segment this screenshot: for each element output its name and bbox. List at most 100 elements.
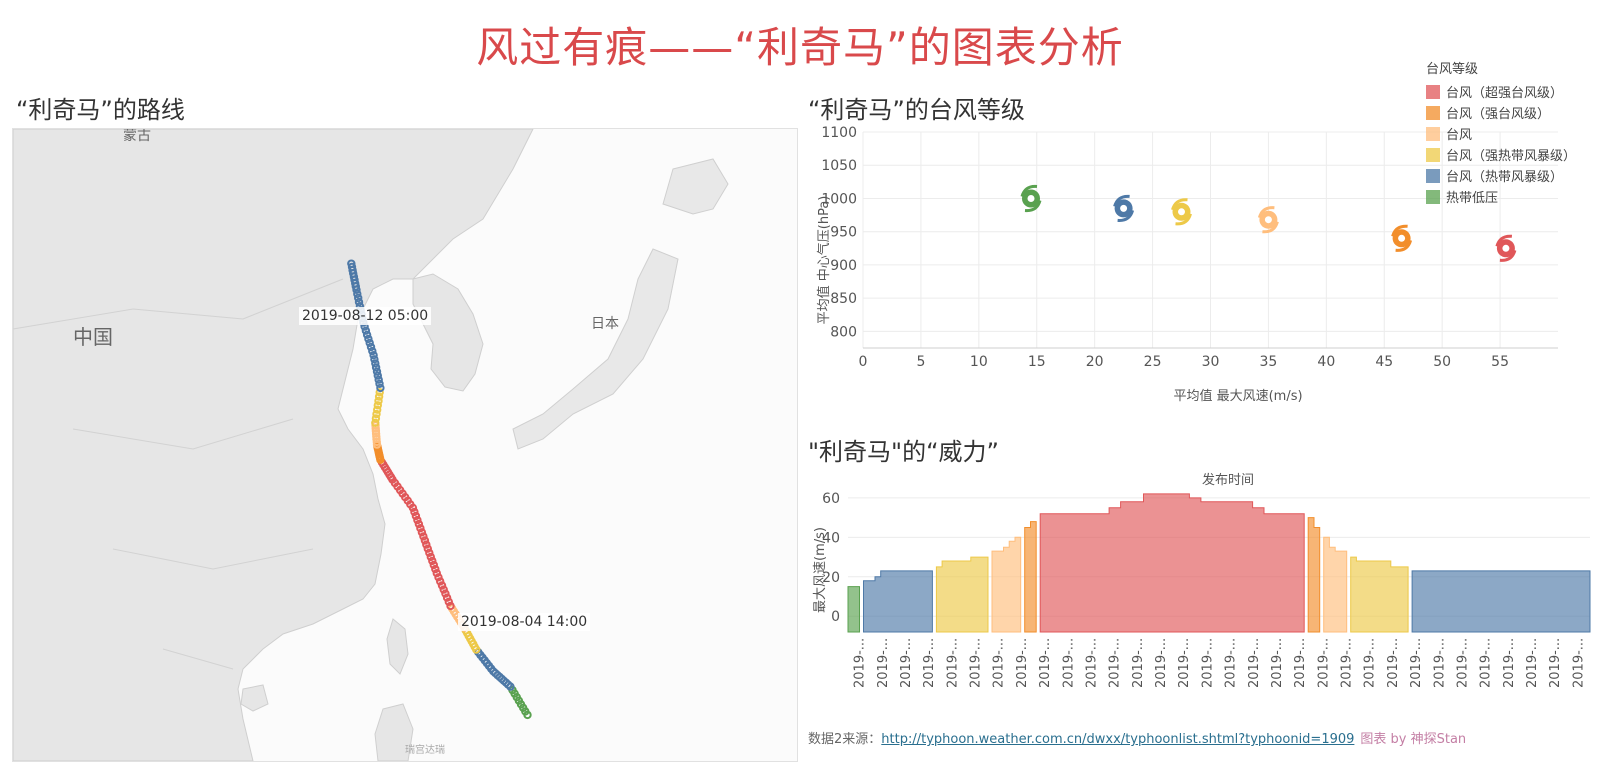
scatter-x-ticks: 0 5 10 15 20 25 30 35 40 45 50 55	[859, 354, 1509, 370]
legend-item[interactable]: 台风（超强台风级）	[1426, 81, 1576, 102]
typhoon-eye	[1264, 216, 1272, 224]
x-tick-label: 25	[1144, 354, 1162, 370]
x-tick-label: 5	[916, 354, 925, 370]
x-tick-label: 2019-...	[992, 638, 1007, 688]
legend-item[interactable]: 台风（强热带风暴级）	[1426, 144, 1576, 165]
source-line: 数据2来源：http://typhoon.weather.com.cn/dwxx…	[808, 728, 1466, 747]
x-tick-label: 30	[1202, 354, 1220, 370]
power-area-chart[interactable]: 发布时间 最大风速(m/s) 0204060 2019-... 2019-... 2…	[808, 470, 1600, 720]
x-tick-label: 2019-...	[969, 638, 984, 688]
power-title: "利奇马"的“威力”	[808, 438, 999, 466]
legend-swatch	[1426, 189, 1440, 204]
power-area-segment	[1024, 521, 1037, 633]
x-tick-label: 2019-...	[1061, 638, 1076, 688]
x-tick-label: 50	[1433, 354, 1451, 370]
y-tick-label: 1100	[821, 125, 857, 141]
legend-label: 热带低压	[1446, 191, 1499, 206]
power-area-segment	[991, 536, 1022, 633]
y-tick-label: 1050	[821, 158, 857, 174]
legend-label: 台风（热带风暴级）	[1446, 170, 1564, 185]
x-tick-label: 35	[1260, 354, 1278, 370]
label-mongolia: 蒙古	[123, 128, 151, 144]
power-area-segment	[1039, 493, 1305, 633]
level-legend: 台风等级 台风（超强台风级） 台风（强台风级） 台风台风（强热带风暴级） 台风（热带风…	[1426, 58, 1576, 207]
x-tick-label: 2019-...	[1340, 638, 1355, 688]
legend-swatch	[1426, 168, 1440, 183]
power-area-segment	[1411, 570, 1591, 633]
legend-label: 台风（强热带风暴级）	[1446, 149, 1577, 164]
x-tick-label: 2019-...	[1270, 638, 1285, 688]
power-x-ticks: 2019-... 2019-... 2019-... 2019-... 2019-...…	[853, 638, 1587, 688]
map-attribution: 瑞宫达瑞	[405, 745, 445, 756]
power-area-segment	[863, 570, 933, 633]
typhoon-eye	[1120, 204, 1128, 212]
power-areas	[847, 493, 1591, 633]
power-area-segment	[1307, 517, 1321, 633]
start-time-label: 2019-08-04 14:00	[458, 613, 591, 631]
x-tick-label: 2019-...	[1409, 638, 1424, 688]
x-tick-label: 2019-...	[1247, 638, 1262, 688]
x-tick-label: 2019-...	[1131, 638, 1146, 688]
x-tick-label: 2019-...	[1293, 638, 1308, 688]
legend-swatch	[1426, 147, 1440, 162]
legend-item[interactable]: 热带低压	[1426, 186, 1576, 207]
x-tick-label: 55	[1491, 354, 1509, 370]
x-tick-label: 2019-...	[1479, 638, 1494, 688]
y-tick-label: 60	[822, 491, 840, 507]
y-tick-label: 40	[822, 530, 840, 546]
typhoon-eye	[1502, 244, 1510, 252]
legend-item[interactable]: 台风（热带风暴级）	[1426, 165, 1576, 186]
x-tick-label: 40	[1317, 354, 1335, 370]
source-prefix: 数据2来源：	[808, 732, 882, 747]
legend-swatch	[1426, 105, 1440, 120]
x-tick-label: 2019-...	[1571, 638, 1586, 688]
x-tick-label: 2019-...	[945, 638, 960, 688]
x-tick-label: 0	[859, 354, 868, 370]
label-japan: 日本	[591, 316, 619, 332]
x-tick-label: 10	[970, 354, 988, 370]
typhoon-icon	[1171, 198, 1192, 226]
label-china: 中国	[73, 325, 113, 349]
x-tick-label: 2019-...	[1108, 638, 1123, 688]
x-tick-label: 2019-...	[1200, 638, 1215, 688]
legend-items: 台风（超强台风级） 台风（强台风级） 台风台风（强热带风暴级） 台风（热带风暴级） 热带…	[1426, 81, 1576, 207]
typhoon-eye	[1027, 195, 1035, 202]
y-tick-label: 0	[831, 609, 840, 625]
legend-label: 台风	[1446, 128, 1473, 143]
end-time-label: 2019-08-12 05:00	[299, 307, 432, 325]
x-tick-label: 2019-...	[1525, 638, 1540, 688]
x-tick-label: 2019-...	[1502, 638, 1517, 688]
legend-title: 台风等级	[1426, 62, 1479, 77]
legend-item[interactable]: 台风	[1426, 123, 1576, 144]
legend-swatch	[1426, 126, 1440, 141]
x-tick-label: 2019-...	[1432, 638, 1447, 688]
x-tick-label: 2019-...	[1456, 638, 1471, 688]
x-tick-label: 2019-...	[1224, 638, 1239, 688]
x-tick-label: 2019-...	[1015, 638, 1030, 688]
legend-label: 台风（强台风级）	[1446, 107, 1551, 122]
scatter-y-axis-label: 平均值 中心气压(hPa)	[816, 196, 832, 325]
x-tick-label: 2019-...	[1085, 638, 1100, 688]
x-tick-label: 2019-...	[1316, 638, 1331, 688]
route-map[interactable]: 蒙古 中国 日本 2019-08-12 05:00 2019-08-04 14:…	[12, 128, 798, 762]
y-tick-label: 900	[830, 258, 857, 274]
x-tick-label: 2019-...	[922, 638, 937, 688]
x-tick-label: 20	[1086, 354, 1104, 370]
page-title: 风过有痕——“利奇马”的图表分析	[476, 23, 1124, 72]
map-canvas[interactable]	[13, 129, 797, 761]
typhoon-icon	[1257, 206, 1279, 234]
y-tick-label: 800	[830, 324, 857, 340]
legend-item[interactable]: 台风（强台风级）	[1426, 102, 1576, 123]
legend-swatch	[1426, 84, 1440, 99]
source-link[interactable]: http://typhoon.weather.com.cn/dwxx/typho…	[881, 732, 1354, 747]
x-tick-label: 2019-...	[1386, 638, 1401, 688]
x-tick-label: 2019-...	[1038, 638, 1053, 688]
power-area-segment	[847, 586, 860, 633]
x-tick-label: 2019-...	[853, 638, 868, 688]
legend-label: 台风（超强台风级）	[1446, 86, 1564, 101]
typhoon-icon	[1020, 184, 1042, 213]
x-tick-label: 2019-...	[1154, 638, 1169, 688]
x-tick-label: 45	[1375, 354, 1393, 370]
x-tick-label: 15	[1028, 354, 1046, 370]
chart-credit: 图表 by 神探Stan	[1360, 732, 1467, 747]
